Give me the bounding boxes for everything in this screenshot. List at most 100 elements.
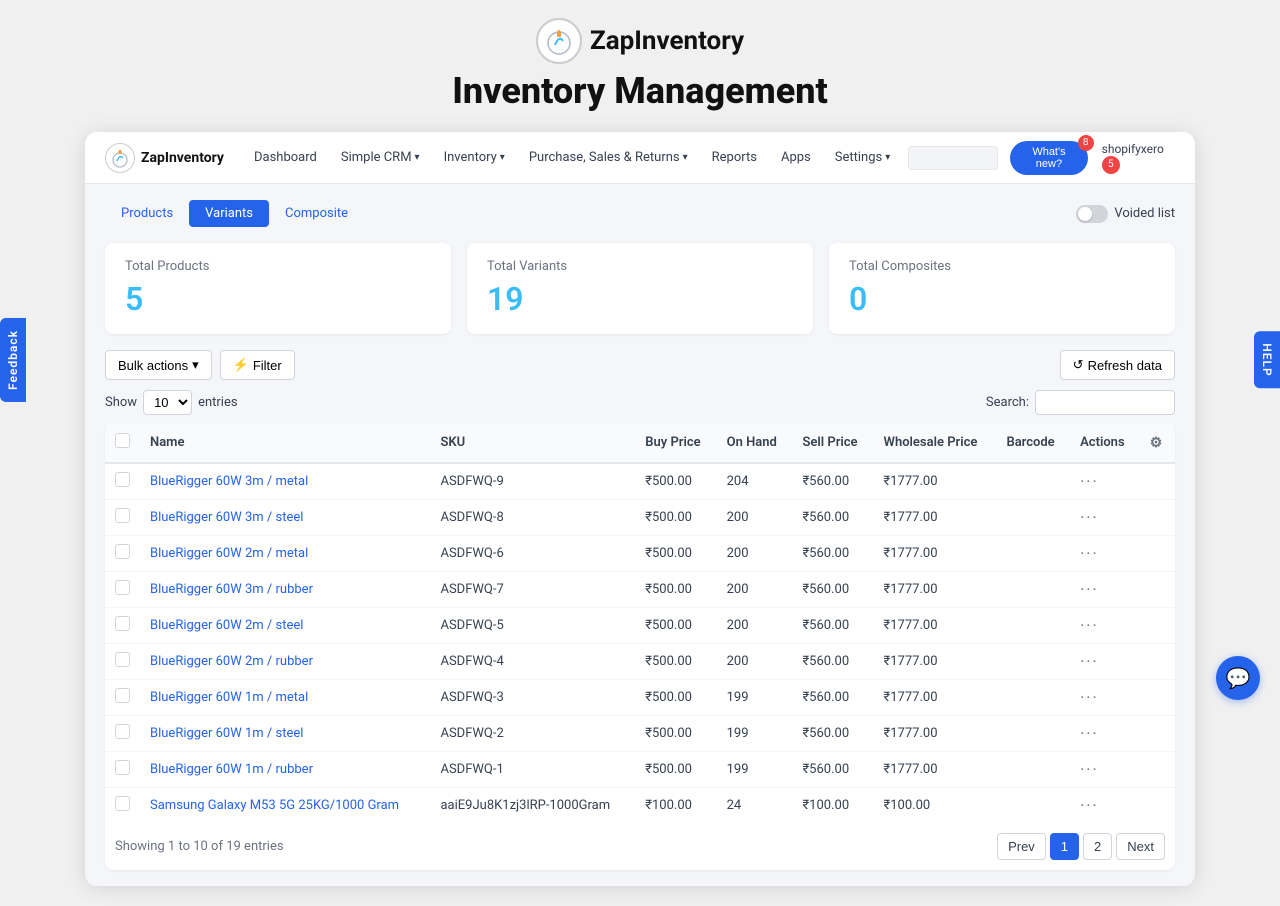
row-checkbox-3[interactable]: [115, 580, 130, 595]
row-actions-1[interactable]: ···: [1080, 508, 1099, 527]
chat-fab[interactable]: 💬: [1216, 656, 1260, 700]
tab-products[interactable]: Products: [105, 200, 189, 227]
product-name-link-3[interactable]: BlueRigger 60W 3m / rubber: [150, 582, 313, 597]
row-on-hand-2: 200: [717, 536, 793, 572]
app-name: ZapInventory: [590, 26, 744, 56]
row-on-hand-9: 24: [717, 788, 793, 824]
nav-settings[interactable]: Settings ▾: [825, 144, 901, 171]
product-name-link-4[interactable]: BlueRigger 60W 2m / steel: [150, 618, 303, 633]
row-checkbox-0[interactable]: [115, 472, 130, 487]
row-wholesale-price-4: ₹1777.00: [874, 608, 997, 644]
row-sell-price-4: ₹560.00: [792, 608, 873, 644]
next-button[interactable]: Next: [1116, 833, 1165, 860]
row-actions-4[interactable]: ···: [1080, 616, 1099, 635]
voided-list-label: Voided list: [1114, 206, 1175, 221]
row-checkbox-8[interactable]: [115, 760, 130, 775]
stat-value-variants: 19: [487, 280, 793, 318]
row-checkbox-7[interactable]: [115, 724, 130, 739]
col-name: Name: [140, 423, 430, 463]
nav-user: shopifyxero 5: [1102, 142, 1175, 174]
feedback-panel[interactable]: Feedback: [0, 318, 26, 402]
row-sku-3: ASDFWQ-7: [430, 572, 635, 608]
row-actions-9[interactable]: ···: [1080, 796, 1099, 815]
chevron-down-icon: ▾: [885, 152, 890, 163]
row-actions-0[interactable]: ···: [1080, 472, 1099, 491]
row-wholesale-price-9: ₹100.00: [874, 788, 997, 824]
bulk-actions-button[interactable]: Bulk actions ▾: [105, 350, 212, 380]
select-all-checkbox[interactable]: [115, 433, 130, 448]
entries-label: entries: [198, 395, 238, 410]
prev-button[interactable]: Prev: [997, 833, 1046, 860]
page-1-button[interactable]: 1: [1050, 833, 1079, 860]
table-row: Samsung Galaxy M53 5G 25KG/1000 Gram aai…: [105, 788, 1175, 824]
product-name-link-0[interactable]: BlueRigger 60W 3m / metal: [150, 474, 308, 489]
product-name-link-7[interactable]: BlueRigger 60W 1m / steel: [150, 726, 303, 741]
row-checkbox-9[interactable]: [115, 796, 130, 811]
row-actions-2[interactable]: ···: [1080, 544, 1099, 563]
product-name-link-6[interactable]: BlueRigger 60W 1m / metal: [150, 690, 308, 705]
col-on-hand: On Hand: [717, 423, 793, 463]
search-label: Search:: [986, 395, 1029, 410]
whats-new-button[interactable]: What's new? 8: [1010, 141, 1087, 175]
table-row: BlueRigger 60W 1m / metal ASDFWQ-3 ₹500.…: [105, 680, 1175, 716]
row-actions-5[interactable]: ···: [1080, 652, 1099, 671]
stat-label-variants: Total Variants: [487, 259, 793, 274]
row-checkbox-5[interactable]: [115, 652, 130, 667]
row-checkbox-4[interactable]: [115, 616, 130, 631]
chevron-down-icon: ▾: [192, 357, 199, 373]
product-name-link-5[interactable]: BlueRigger 60W 2m / rubber: [150, 654, 313, 669]
top-branding: ZapInventory Inventory Management: [0, 0, 1280, 132]
col-barcode: Barcode: [996, 423, 1070, 463]
stat-total-products: Total Products 5: [105, 243, 451, 334]
row-actions-8[interactable]: ···: [1080, 760, 1099, 779]
nav-simple-crm[interactable]: Simple CRM ▾: [331, 144, 430, 171]
col-sku: SKU: [430, 423, 635, 463]
filter-icon: ⚡: [233, 357, 249, 373]
help-panel[interactable]: HELP: [1254, 331, 1280, 388]
filter-button[interactable]: ⚡ Filter: [220, 350, 295, 380]
row-checkbox-6[interactable]: [115, 688, 130, 703]
row-barcode-8: [996, 752, 1070, 788]
nav-reports[interactable]: Reports: [702, 144, 767, 171]
voided-list-toggle[interactable]: [1076, 205, 1108, 223]
pagination-row: Showing 1 to 10 of 19 entries Prev 1 2 N…: [105, 823, 1175, 870]
user-badge: 5: [1102, 156, 1120, 174]
tab-variants[interactable]: Variants: [189, 200, 269, 227]
row-barcode-1: [996, 500, 1070, 536]
table-row: BlueRigger 60W 2m / rubber ASDFWQ-4 ₹500…: [105, 644, 1175, 680]
row-actions-6[interactable]: ···: [1080, 688, 1099, 707]
page-2-button[interactable]: 2: [1083, 833, 1112, 860]
row-actions-7[interactable]: ···: [1080, 724, 1099, 743]
product-name-link-1[interactable]: BlueRigger 60W 3m / steel: [150, 510, 303, 525]
show-label: Show: [105, 395, 137, 410]
row-barcode-2: [996, 536, 1070, 572]
tab-composite[interactable]: Composite: [269, 200, 364, 227]
show-select[interactable]: 10 25 50: [143, 390, 192, 415]
row-sell-price-2: ₹560.00: [792, 536, 873, 572]
row-checkbox-2[interactable]: [115, 544, 130, 559]
refresh-button[interactable]: ↺ Refresh data: [1060, 350, 1175, 380]
nav-dashboard[interactable]: Dashboard: [244, 144, 327, 171]
row-sell-price-9: ₹100.00: [792, 788, 873, 824]
row-wholesale-price-7: ₹1777.00: [874, 716, 997, 752]
nav-purchase-sales[interactable]: Purchase, Sales & Returns ▾: [519, 144, 698, 171]
nav-apps[interactable]: Apps: [771, 144, 821, 171]
row-wholesale-price-8: ₹1777.00: [874, 752, 997, 788]
voided-list-row: Voided list: [1076, 205, 1175, 223]
product-name-link-2[interactable]: BlueRigger 60W 2m / metal: [150, 546, 308, 561]
search-input[interactable]: [1035, 390, 1175, 415]
row-wholesale-price-6: ₹1777.00: [874, 680, 997, 716]
nav-search-input[interactable]: [908, 146, 998, 170]
product-name-link-8[interactable]: BlueRigger 60W 1m / rubber: [150, 762, 313, 777]
page-title: Inventory Management: [452, 70, 828, 112]
product-name-link-9[interactable]: Samsung Galaxy M53 5G 25KG/1000 Gram: [150, 798, 399, 813]
nav-inventory[interactable]: Inventory ▾: [434, 144, 515, 171]
show-search-row: Show 10 25 50 entries Search:: [105, 390, 1175, 415]
row-sku-0: ASDFWQ-9: [430, 463, 635, 500]
row-actions-3[interactable]: ···: [1080, 580, 1099, 599]
gear-icon[interactable]: ⚙: [1150, 435, 1163, 451]
bulk-actions-label: Bulk actions: [118, 358, 188, 373]
table-row: BlueRigger 60W 1m / steel ASDFWQ-2 ₹500.…: [105, 716, 1175, 752]
nav-logo: [105, 143, 135, 173]
row-checkbox-1[interactable]: [115, 508, 130, 523]
